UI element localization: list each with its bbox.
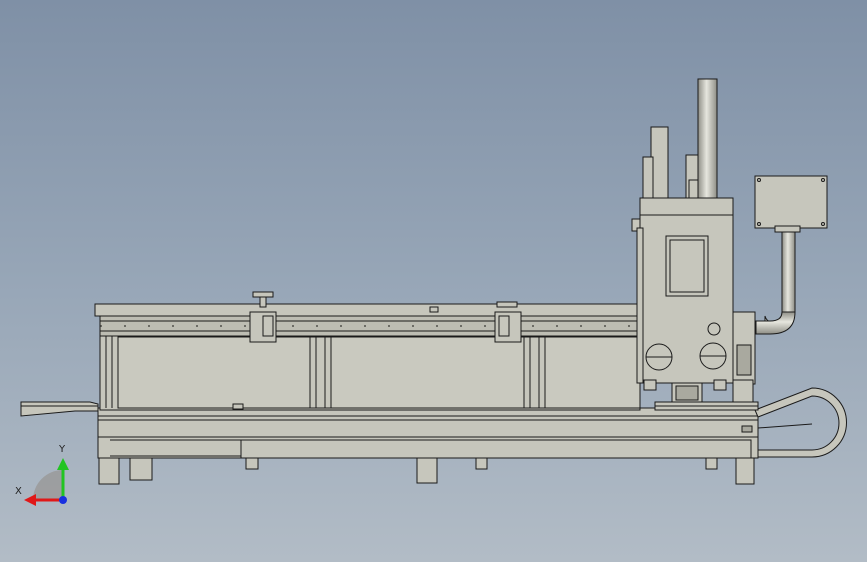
feet [98,457,755,485]
spindle-tower [631,78,756,385]
return-conveyor-loop [754,387,847,458]
infeed-table [20,401,99,417]
axis-triad [24,458,69,506]
top-rail [94,303,641,337]
cad-viewport[interactable] [0,0,867,562]
axis-z-dot-icon [59,496,67,504]
axis-x-label: X [15,486,22,497]
axis-y-label: Y [59,444,66,455]
spindle-base [643,379,759,411]
conduit-pipe [755,231,796,335]
carriage-left [249,291,277,343]
base-frame [97,407,759,459]
machine-assembly [20,78,847,485]
control-box [754,175,828,233]
